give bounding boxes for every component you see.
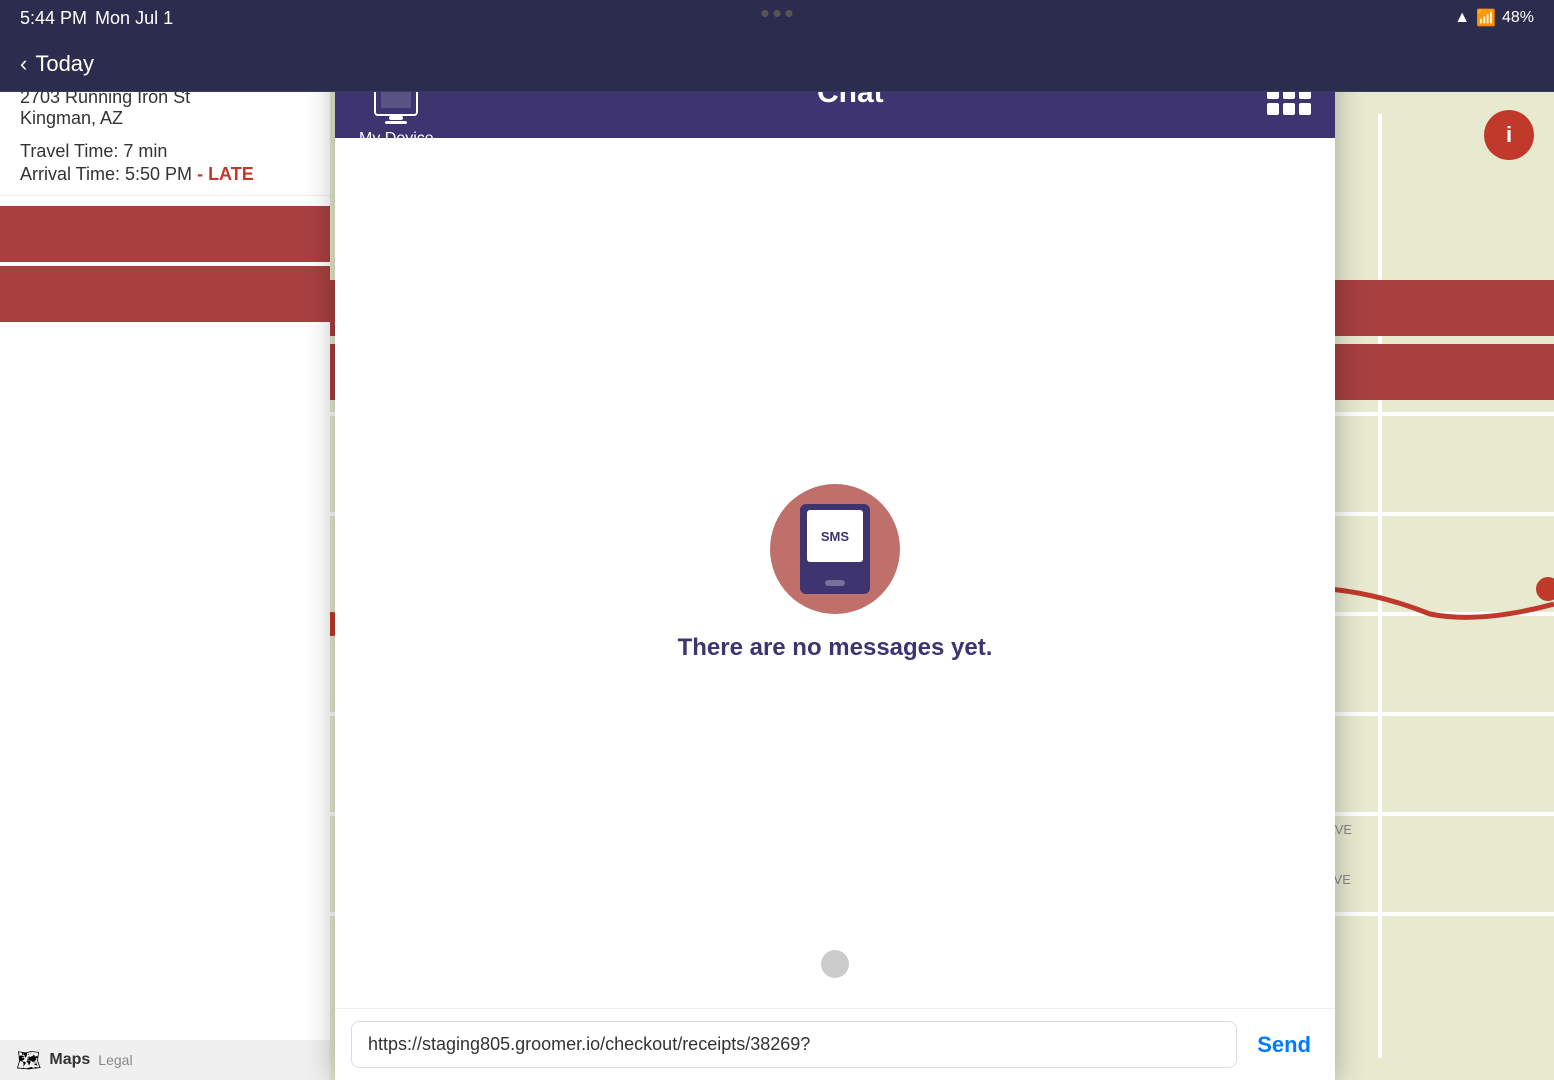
legal-link[interactable]: Legal	[98, 1052, 132, 1068]
customer-city: Kingman, AZ	[20, 108, 310, 129]
sms-screen: SMS	[807, 510, 863, 562]
empty-state: SMS There are no messages yet.	[678, 484, 993, 662]
status-bar: 5:44 PM Mon Jul 1 ▲ 📶 48%	[0, 0, 1554, 36]
sms-icon-circle: SMS	[770, 484, 900, 614]
signal-icon: ▲	[1454, 9, 1470, 27]
maps-label: Maps	[49, 1051, 90, 1069]
top-nav: ‹ Today	[0, 36, 1554, 92]
apple-maps-logo: 🗺	[16, 1048, 41, 1073]
three-dots-indicator	[762, 10, 793, 17]
wifi-icon: 📶	[1476, 8, 1496, 28]
scroll-indicator	[821, 950, 849, 978]
empty-state-text: There are no messages yet.	[678, 634, 993, 662]
message-input[interactable]	[351, 1021, 1237, 1068]
status-bar-right: ▲ 📶 48%	[1454, 8, 1534, 28]
travel-time: Travel Time: 7 min	[20, 141, 310, 162]
sms-label: SMS	[821, 529, 849, 544]
arrival-time: Arrival Time: 5:50 PM - LATE	[20, 164, 310, 185]
back-button[interactable]: ‹ Today	[20, 51, 94, 77]
sms-phone-button	[825, 580, 845, 586]
sidebar-bar-1	[0, 206, 330, 262]
maps-bottom-bar: 🗺 Maps Legal	[0, 1040, 330, 1080]
chat-body: SMS There are no messages yet.	[335, 138, 1335, 1008]
chat-modal: × My Device Chat SMS	[335, 48, 1335, 1080]
time-display: 5:44 PM	[20, 8, 87, 29]
back-label: Today	[35, 51, 94, 77]
chat-input-area: Send	[335, 1008, 1335, 1080]
info-button[interactable]: i	[1484, 110, 1534, 160]
date-display: Mon Jul 1	[95, 8, 173, 29]
sidebar: Shelly Moon 2703 Running Iron St Kingman…	[0, 36, 330, 1080]
send-button[interactable]: Send	[1249, 1024, 1319, 1066]
sms-phone-icon: SMS	[800, 504, 870, 594]
battery-display: 48%	[1502, 9, 1534, 27]
back-chevron: ‹	[20, 51, 27, 77]
sidebar-bar-2	[0, 266, 330, 322]
late-indicator: - LATE	[197, 164, 254, 184]
status-bar-left: 5:44 PM Mon Jul 1	[20, 8, 173, 29]
